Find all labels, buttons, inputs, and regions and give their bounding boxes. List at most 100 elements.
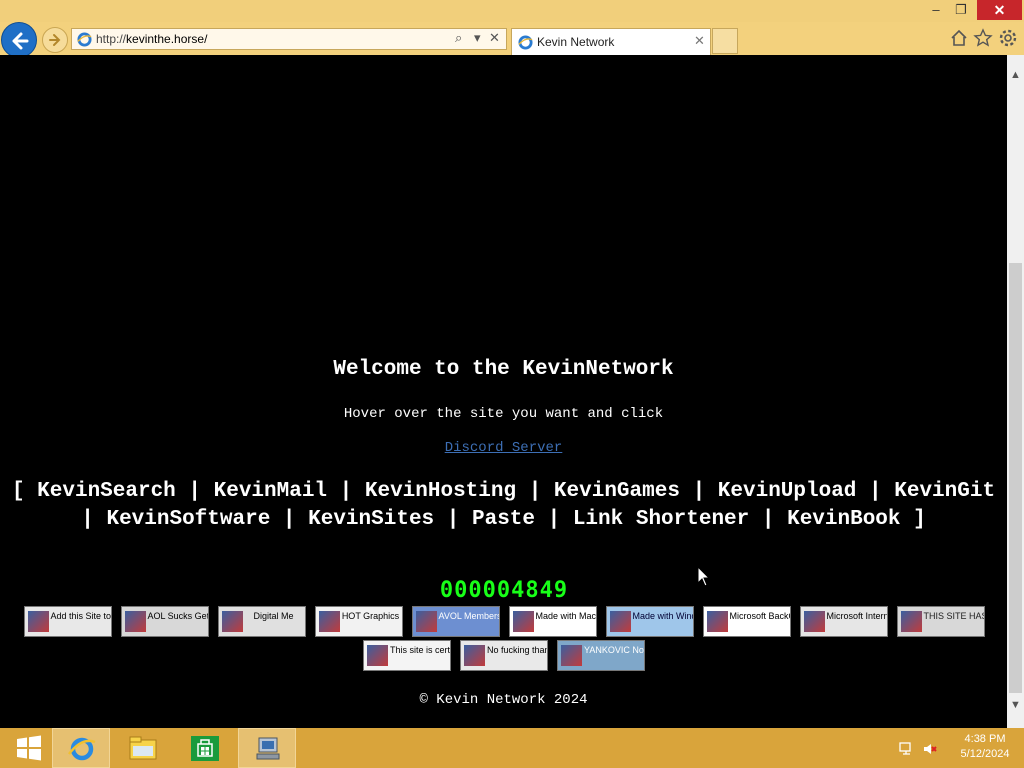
badge-button[interactable]: Digital Me [217,606,306,637]
scroll-up-icon[interactable]: ▲ [1007,69,1024,81]
badge-label: HOT Graphics [341,611,400,621]
badge-logo-icon [609,611,631,632]
taskbar-store[interactable] [176,728,234,768]
taskbar-internet-explorer[interactable] [52,728,110,768]
badge-button[interactable]: Made with Windows [605,606,694,637]
badge-logo-icon [464,645,485,666]
link-paste[interactable]: Paste [472,508,535,531]
badge-button[interactable]: HOT Graphics [314,606,403,637]
badge-logo-icon [561,645,582,666]
link-kevinsites[interactable]: KevinSites [308,508,434,531]
discord-server-link[interactable]: Discord Server [0,440,1007,456]
bracket-close: ] [913,508,926,531]
address-dropdown-icon[interactable]: ▾ [474,30,481,46]
badge-label: AVOL Members' Choice [438,611,500,621]
visitor-counter: 000004849 [439,578,569,603]
home-icon[interactable] [949,28,969,48]
link-separator: | [446,508,460,531]
clock-time: 4:38 PM [964,733,1006,745]
badge-button[interactable]: Add this Site to My Netscape [23,606,112,637]
badge-label: Digital Me [253,611,294,621]
badge-label: Made with Windows [632,611,693,621]
stop-icon[interactable]: ✕ [489,30,500,46]
instruction-text: Hover over the site you want and click [343,406,664,422]
link-kevinbook[interactable]: KevinBook [787,508,900,531]
service-links: [ KevinSearch | KevinMail | KevinHosting… [0,478,1007,534]
volume-muted-icon[interactable] [922,741,938,757]
page-ie-icon [77,32,92,47]
copyright-text: © Kevin Network 2024 [419,692,588,708]
badge-button[interactable]: AOL Sucks Get a Real ISP [120,606,209,637]
page-viewport: Welcome to the KevinNetwork Hover over t… [0,55,1007,728]
tab-kevin-network[interactable]: Kevin Network ✕ [511,28,711,55]
link-separator: | [761,508,775,531]
link-kevinmail[interactable]: KevinMail [214,480,327,503]
start-button[interactable] [0,728,58,768]
search-icon[interactable]: ⌕ [455,30,462,46]
tab-close-icon[interactable]: ✕ [694,33,705,49]
favorites-star-icon[interactable] [973,28,993,48]
taskbar [0,728,1024,768]
close-window-button[interactable]: ✕ [977,0,1022,20]
badge-button[interactable]: THIS SITE HAS NO BUTTON! [896,606,985,637]
badge-button[interactable]: Microsoft Internet Explorer [799,606,888,637]
badge-logo-icon [27,611,49,632]
internet-explorer-icon [68,737,96,761]
link-separator: | [692,480,706,503]
badge-logo-icon [221,611,243,632]
forward-arrow-icon [49,34,61,46]
badge-button[interactable]: No fucking thanks! [460,640,548,671]
file-explorer-icon [129,736,157,760]
badge-label: Made with Macintosh [535,611,597,621]
link-kevingames[interactable]: KevinGames [554,480,680,503]
back-button[interactable] [1,22,37,58]
badge-button[interactable]: YANKOVIC Now! [557,640,645,671]
link-kevingit[interactable]: KevinGit [894,480,995,503]
badge-label: Add this Site to My Netscape [50,611,112,621]
scroll-thumb[interactable] [1009,263,1022,693]
badge-button[interactable]: Microsoft BackOffice Family [702,606,791,637]
network-computer-icon [256,737,280,760]
taskbar-network-app[interactable] [238,728,296,768]
browser-chrome: http://kevinthe.horse/ ⌕ ▾ ✕ Kevin Netwo… [0,0,1024,58]
store-icon [191,736,219,761]
bracket-open: [ [11,480,25,503]
address-url[interactable]: http://kevinthe.horse/ [96,32,207,46]
badge-logo-icon [706,611,728,632]
restore-button[interactable]: ❐ [946,0,976,20]
badge-row-2: This site is certified 100% cookie free!… [0,640,1007,671]
back-arrow-icon [12,32,29,50]
badge-button[interactable]: Made with Macintosh [508,606,597,637]
badge-row-1: Add this Site to My Netscape AOL Sucks Ge… [0,606,1007,637]
badge-label: Microsoft Internet Explorer [826,611,887,621]
link-kevinsoftware[interactable]: KevinSoftware [106,508,270,531]
scroll-down-icon[interactable]: ▼ [1007,699,1024,711]
badge-label: Microsoft BackOffice Family [729,611,790,621]
badge-logo-icon [415,611,437,632]
vertical-scrollbar[interactable]: ▲ ▼ [1007,55,1024,728]
badge-label: No fucking thanks! [487,645,547,655]
mouse-cursor-icon [697,566,711,587]
tab-title: Kevin Network [537,35,615,49]
title-bar [0,0,1024,22]
tools-gear-icon[interactable] [998,28,1018,48]
taskbar-file-explorer[interactable] [114,728,172,768]
link-separator: | [188,480,201,503]
new-tab-button[interactable] [712,28,738,54]
link-kevinsearch[interactable]: KevinSearch [37,480,176,503]
address-bar[interactable]: http://kevinthe.horse/ ⌕ ▾ ✕ [71,28,507,50]
taskbar-clock[interactable]: 4:38 PM 5/12/2024 [950,732,1020,762]
badge-button[interactable]: AVOL Members' Choice [411,606,500,637]
badge-label: YANKOVIC Now! [584,645,644,655]
badge-label: This site is certified 100% cookie free! [390,645,451,655]
badge-logo-icon [803,611,825,632]
badge-button[interactable]: This site is certified 100% cookie free! [363,640,451,671]
link-separator: | [528,480,542,503]
network-tray-icon[interactable] [898,741,914,757]
forward-button[interactable] [42,27,68,53]
link-kevinupload[interactable]: KevinUpload [718,480,857,503]
link-separator: | [339,480,353,503]
link-kevinhosting[interactable]: KevinHosting [365,480,516,503]
link-link-shortener[interactable]: Link Shortener [573,508,749,531]
link-separator: | [869,480,882,503]
